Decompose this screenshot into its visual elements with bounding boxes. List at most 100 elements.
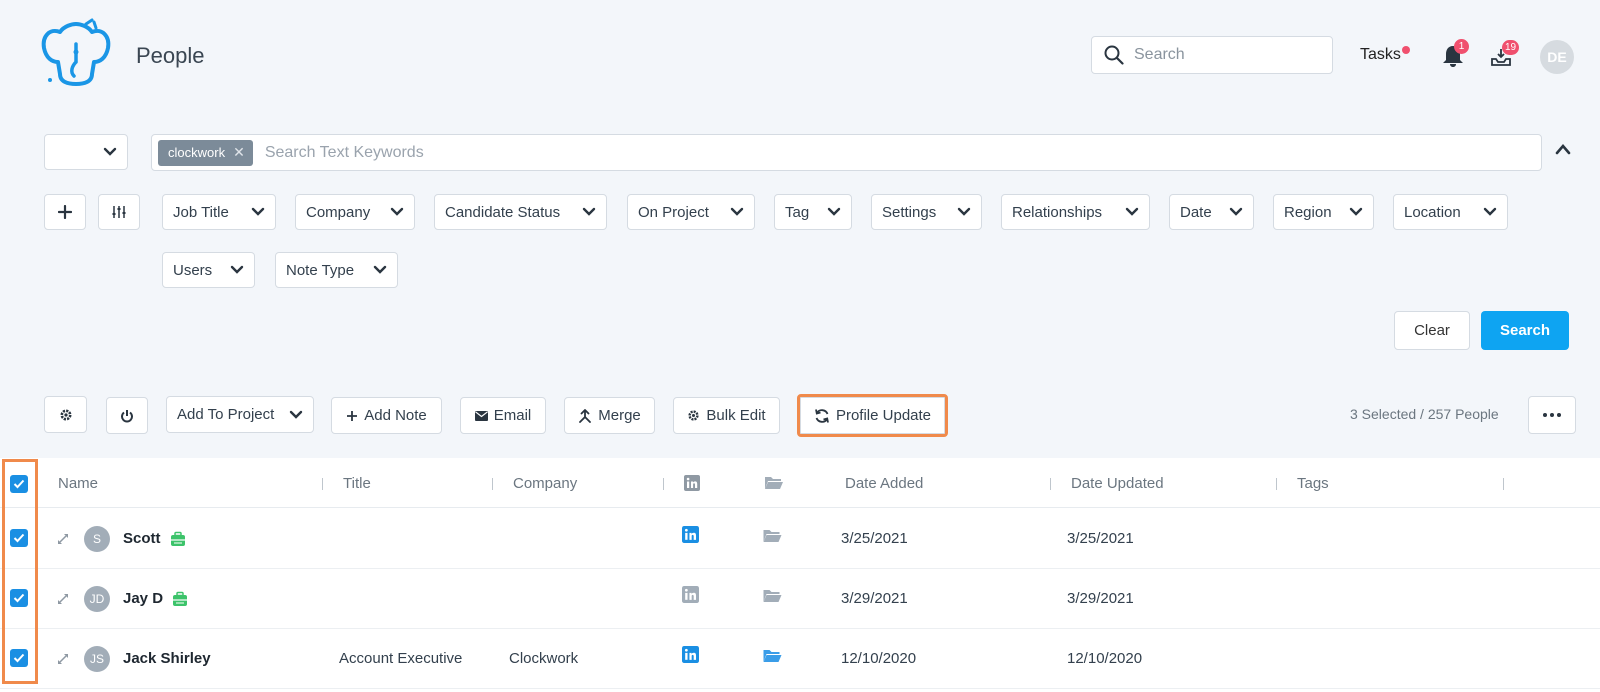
bulk-edit-button[interactable]: Bulk Edit xyxy=(673,397,780,434)
clear-button[interactable]: Clear xyxy=(1394,311,1470,350)
chevron-down-icon xyxy=(582,207,596,216)
table-header: Name Title Company Date Added Date Updat… xyxy=(0,458,1600,508)
filter-region[interactable]: Region xyxy=(1273,194,1374,230)
table-row[interactable]: JD Jay D 3/29/2021 3/29/2021 xyxy=(0,569,1600,629)
search-button[interactable]: Search xyxy=(1481,311,1569,350)
filter-label: Job Title xyxy=(173,203,229,221)
profile-update-label: Profile Update xyxy=(835,407,932,424)
chevron-down-icon xyxy=(1229,207,1243,216)
column-separator[interactable] xyxy=(1050,478,1051,490)
column-header-title[interactable]: Title xyxy=(343,475,371,492)
refresh-button[interactable] xyxy=(106,397,148,434)
avatar[interactable]: JS xyxy=(84,646,110,672)
add-filter-button[interactable] xyxy=(44,194,86,230)
keyword-chip[interactable]: clockwork ✕ xyxy=(158,139,253,166)
folder-icon[interactable] xyxy=(763,589,782,603)
chevron-up-icon[interactable] xyxy=(1555,143,1571,155)
filter-on-project[interactable]: On Project xyxy=(627,194,755,230)
filter-note-type[interactable]: Note Type xyxy=(275,252,398,288)
filter-candidate-status[interactable]: Candidate Status xyxy=(434,194,607,230)
notifications-button[interactable]: 1 xyxy=(1442,39,1469,73)
filter-job-title[interactable]: Job Title xyxy=(162,194,276,230)
filter-location[interactable]: Location xyxy=(1393,194,1508,230)
chevron-down-icon xyxy=(230,265,244,274)
filter-date[interactable]: Date xyxy=(1169,194,1254,230)
add-to-project-dropdown[interactable]: Add To Project xyxy=(166,396,314,433)
filter-settings[interactable]: Settings xyxy=(871,194,982,230)
column-header-company[interactable]: Company xyxy=(513,475,577,492)
envelope-icon xyxy=(474,410,488,421)
merge-label: Merge xyxy=(598,407,641,424)
email-label: Email xyxy=(493,407,532,424)
column-separator[interactable] xyxy=(322,478,323,490)
filter-settings-button[interactable] xyxy=(98,194,140,230)
saved-search-select[interactable] xyxy=(44,134,128,170)
person-name[interactable]: Scott xyxy=(123,530,161,547)
column-header-name[interactable]: Name xyxy=(58,475,98,492)
checkbox-column-highlight xyxy=(2,459,38,684)
expand-icon[interactable] xyxy=(57,653,69,665)
chevron-down-icon xyxy=(730,207,744,216)
profile-update-button[interactable]: Profile Update xyxy=(797,394,948,437)
keyword-search-box[interactable]: clockwork ✕ xyxy=(151,134,1542,171)
people-table: Name Title Company Date Added Date Updat… xyxy=(0,458,1600,692)
column-separator[interactable] xyxy=(492,478,493,490)
filter-tag[interactable]: Tag xyxy=(774,194,852,230)
linkedin-icon[interactable] xyxy=(682,526,699,543)
column-separator[interactable] xyxy=(1276,478,1277,490)
filter-label: Note Type xyxy=(286,261,355,279)
column-header-tags[interactable]: Tags xyxy=(1297,475,1329,492)
person-name[interactable]: Jay D xyxy=(123,590,163,607)
more-options-button[interactable] xyxy=(1528,396,1576,434)
person-company[interactable]: Clockwork xyxy=(509,650,578,667)
email-button[interactable]: Email xyxy=(460,397,546,434)
avatar[interactable]: JD xyxy=(84,586,110,612)
keyword-input[interactable] xyxy=(264,143,1541,162)
header: People Tasks 1 19 DE xyxy=(0,0,1600,110)
global-search[interactable] xyxy=(1091,36,1333,74)
merge-icon xyxy=(579,408,592,423)
inbox-button[interactable]: 19 xyxy=(1490,40,1520,72)
filter-label: Settings xyxy=(882,203,937,221)
folder-icon[interactable] xyxy=(763,529,782,543)
elephant-logo-icon[interactable] xyxy=(40,18,112,90)
linkedin-icon[interactable] xyxy=(682,586,699,603)
date-updated: 3/29/2021 xyxy=(1067,590,1134,607)
person-title: Account Executive xyxy=(339,650,463,667)
column-header-date-updated[interactable]: Date Updated xyxy=(1071,475,1164,492)
chevron-down-icon xyxy=(1349,207,1363,216)
filter-relationships[interactable]: Relationships xyxy=(1001,194,1150,230)
folder-icon[interactable] xyxy=(763,649,782,663)
add-note-button[interactable]: Add Note xyxy=(331,397,442,434)
expand-icon[interactable] xyxy=(57,593,69,605)
person-name[interactable]: Jack Shirley xyxy=(123,650,211,667)
merge-button[interactable]: Merge xyxy=(564,397,655,434)
global-search-input[interactable] xyxy=(1134,46,1314,64)
tasks-link[interactable]: Tasks xyxy=(1360,46,1410,64)
table-settings-button[interactable] xyxy=(44,396,87,433)
table-row[interactable]: JS Jack Shirley Account Executive Clockw… xyxy=(0,629,1600,689)
plus-icon xyxy=(347,410,358,421)
expand-icon[interactable] xyxy=(57,533,69,545)
column-separator[interactable] xyxy=(663,478,664,490)
linkedin-icon[interactable] xyxy=(682,646,699,663)
user-avatar[interactable]: DE xyxy=(1540,40,1574,74)
filter-label: Candidate Status xyxy=(445,203,561,221)
chevron-down-icon xyxy=(373,265,387,274)
filter-label: Company xyxy=(306,203,371,221)
filter-label: Tag xyxy=(785,203,810,221)
chevron-down-icon xyxy=(390,207,404,216)
bulk-edit-label: Bulk Edit xyxy=(706,407,766,424)
add-note-label: Add Note xyxy=(364,407,427,424)
filter-company[interactable]: Company xyxy=(295,194,415,230)
filter-label: Date xyxy=(1180,203,1212,221)
column-separator[interactable] xyxy=(1503,478,1504,490)
close-icon[interactable]: ✕ xyxy=(233,144,245,161)
filter-label: Relationships xyxy=(1012,203,1103,221)
keyword-chip-label: clockwork xyxy=(168,145,226,160)
table-row[interactable]: S Scott 3/25/2021 3/25/2021 xyxy=(0,509,1600,569)
column-header-date-added[interactable]: Date Added xyxy=(845,475,923,492)
candidate-status-icon xyxy=(171,531,185,546)
avatar[interactable]: S xyxy=(84,526,110,552)
filter-users[interactable]: Users xyxy=(162,252,255,288)
